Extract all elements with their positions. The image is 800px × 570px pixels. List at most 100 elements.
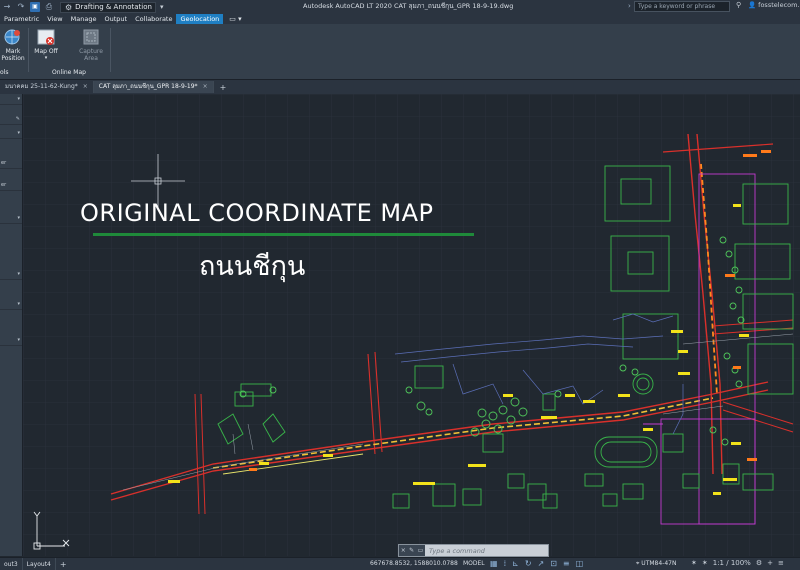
palette-item[interactable]: ▾	[0, 213, 22, 224]
status-right-tools: ✶ ✶ 1:1 / 100% ⚙ + ≡	[691, 559, 784, 567]
snap-icon[interactable]: ⁞	[504, 559, 507, 568]
mark-position-button[interactable]: Mark Position	[0, 28, 26, 62]
app-title: Autodesk AutoCAD LT 2020 CAT ลุมภา_ถนนชี…	[303, 2, 514, 10]
chevron-down-icon: ▾	[44, 55, 48, 61]
tab-manage[interactable]: Manage	[67, 14, 101, 24]
search-arrow-icon: ›	[628, 2, 631, 10]
capture-area-icon	[83, 29, 99, 45]
close-icon[interactable]: ×	[203, 83, 208, 90]
annotation-autoscale-icon[interactable]: ✶	[702, 559, 708, 567]
command-line[interactable]: × ✎ ▭ Type a command	[398, 544, 549, 557]
palette-item[interactable]: ▾	[0, 94, 22, 105]
lineweight-icon[interactable]: ≡	[563, 559, 570, 568]
gear-icon: ⚙	[65, 2, 73, 12]
arrow-right-icon[interactable]: →	[2, 2, 12, 12]
drawing-canvas[interactable]: ORIGINAL COORDINATE MAP ถนนชีกุน	[23, 94, 800, 556]
left-palette: ▾ ✎ ▾ er er ▾ ▾ ▾ ▾	[0, 94, 23, 556]
user-name: fosstelecom...	[758, 1, 800, 9]
chevron-down-icon: ▾	[17, 337, 20, 343]
map-off-label: Map Off	[34, 48, 58, 55]
ribbon-separator	[28, 28, 29, 72]
file-tab[interactable]: มนาคคม 25-11-62-Kung* ×	[0, 81, 94, 93]
palette-item[interactable]: er	[0, 158, 22, 169]
ortho-icon[interactable]: ⊾	[512, 559, 519, 568]
file-tabs: มนาคคม 25-11-62-Kung* × CAT ลุมภา_ถนนชีกุ…	[0, 80, 800, 94]
palette-item[interactable]: ▾	[0, 128, 22, 139]
workspace-label: Drafting & Annotation	[75, 3, 152, 11]
tab-collaborate[interactable]: Collaborate	[131, 14, 176, 24]
tools-panel-label: ols	[0, 69, 9, 76]
model-space-toggle[interactable]: MODEL	[463, 560, 485, 567]
map-off-button[interactable]: Map Off ▾	[32, 28, 60, 61]
search-input[interactable]: Type a keyword or phrase	[634, 1, 730, 12]
chevron-down-icon: ▾	[17, 130, 20, 136]
tab-parametric[interactable]: Parametric	[0, 14, 43, 24]
tab-view[interactable]: View	[43, 14, 66, 24]
plus-icon[interactable]: +	[767, 559, 773, 567]
command-grip[interactable]: × ✎ ▭	[399, 545, 425, 556]
chevron-down-icon: ▾	[17, 215, 20, 221]
layout-tab[interactable]: Layout4	[23, 557, 56, 570]
save-icon[interactable]: ▣	[30, 2, 40, 12]
workspace-switcher[interactable]: ⚙ Drafting & Annotation	[60, 1, 156, 13]
tab-output[interactable]: Output	[100, 14, 131, 24]
coordinate-readout: 667678.8532, 1588010.0788	[370, 560, 458, 567]
osnap-icon[interactable]: ⊡	[550, 559, 557, 568]
palette-item[interactable]: ▾	[0, 335, 22, 346]
chevron-down-icon: ▾	[17, 271, 20, 277]
mark-position-label: Mark Position	[1, 48, 25, 62]
gear-icon[interactable]: ⚙	[756, 559, 762, 567]
palette-item[interactable]: ▾	[0, 299, 22, 310]
print-icon[interactable]: ⎙	[44, 2, 54, 12]
palette-item[interactable]: ✎	[0, 114, 22, 125]
menu-icon[interactable]: ≡	[778, 559, 784, 567]
capture-area-button[interactable]: Capture Area	[76, 28, 106, 62]
file-tab-active[interactable]: CAT ลุมภา_ถนนชีกุน_GPR 18-9-19* ×	[93, 81, 214, 93]
title-underline	[93, 233, 474, 236]
palette-item[interactable]: er	[0, 180, 22, 191]
chevron-down-icon[interactable]: ▾	[160, 3, 164, 11]
isodraft-icon[interactable]: ↗	[538, 559, 545, 568]
polar-icon[interactable]: ↻	[525, 559, 532, 568]
ribbon-options-icon[interactable]: ▭ ▾	[229, 15, 241, 23]
user-account[interactable]: 👤 fosstelecom...	[748, 1, 800, 9]
palette-item[interactable]: ▾	[0, 269, 22, 280]
ribbon-tabs: Parametric View Manage Output Collaborat…	[0, 14, 800, 24]
annotation-scale[interactable]: 1:1 / 100%	[713, 559, 751, 567]
map-off-icon	[37, 29, 55, 45]
capture-area-label: Capture Area	[79, 48, 103, 62]
transparency-icon[interactable]: ◫	[576, 559, 584, 568]
grid-background	[23, 94, 800, 556]
file-tab-label: มนาคคม 25-11-62-Kung*	[5, 83, 78, 90]
title-bar: → ↷ ▣ ⎙ ⚙ Drafting & Annotation ▾ Autode…	[0, 0, 800, 14]
layout-tab[interactable]: out3	[0, 557, 23, 570]
close-icon[interactable]: ×	[401, 547, 406, 554]
coordinate-system-label: UTM84-47N	[641, 560, 677, 567]
annotation-visibility-icon[interactable]: ✶	[691, 559, 697, 567]
tab-geolocation[interactable]: Geolocation	[176, 14, 224, 24]
ribbon-panel: Mark Position ols Map Off ▾ Capture Area…	[0, 24, 800, 80]
cad-drawing	[23, 94, 800, 556]
globe-pin-icon	[4, 29, 20, 45]
add-layout-button[interactable]: +	[56, 560, 71, 569]
coordinate-system[interactable]: ⌖ UTM84-47N	[636, 560, 676, 568]
quick-access-toolbar: → ↷ ▣ ⎙	[0, 2, 54, 12]
online-map-panel-label: Online Map	[52, 69, 86, 76]
command-history-icon[interactable]: ▭	[418, 547, 424, 554]
status-bar: out3 Layout4 + 667678.8532, 1588010.0788…	[0, 557, 800, 570]
new-tab-button[interactable]: +	[214, 83, 233, 92]
palette-item-label: er	[1, 160, 7, 166]
chevron-down-icon: ▾	[17, 96, 20, 102]
palette-tool-icon: ✎	[15, 116, 20, 122]
wrench-icon[interactable]: ✎	[409, 547, 414, 554]
drafting-toggles: ▦ ⁞ ⊾ ↻ ↗ ⊡ ≡ ◫	[490, 559, 583, 568]
command-input[interactable]: Type a command	[425, 547, 485, 555]
redo-icon[interactable]: ↷	[16, 2, 26, 12]
close-icon[interactable]: ×	[83, 83, 88, 90]
map-overlay-title: ORIGINAL COORDINATE MAP	[80, 199, 434, 227]
chevron-down-icon: ▾	[17, 301, 20, 307]
grid-icon[interactable]: ▦	[490, 559, 498, 568]
autocad-window: → ↷ ▣ ⎙ ⚙ Drafting & Annotation ▾ Autode…	[0, 0, 800, 570]
binoculars-icon[interactable]: ⚲	[736, 1, 741, 9]
palette-item-label: er	[1, 182, 7, 188]
